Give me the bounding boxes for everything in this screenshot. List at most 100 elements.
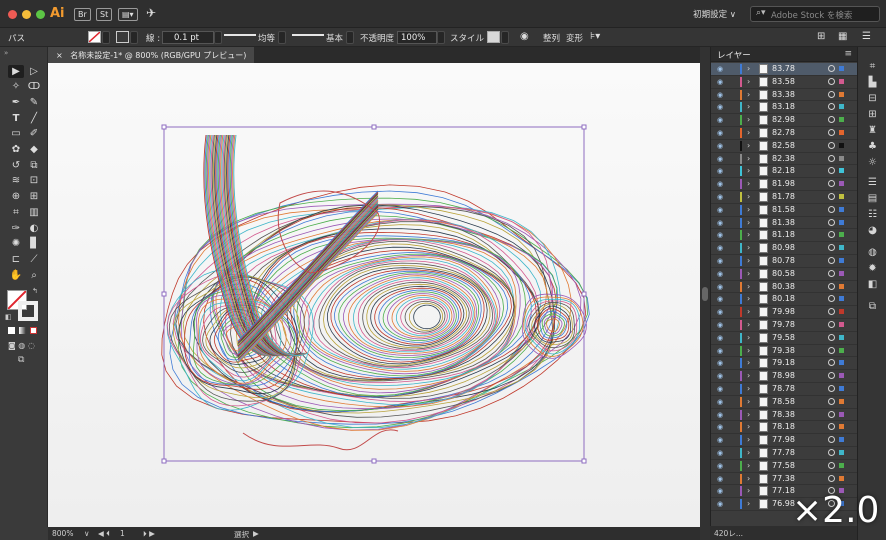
layer-row[interactable]: ◉ › 77.98 — [711, 434, 858, 447]
target-circle-icon[interactable] — [828, 218, 835, 226]
layer-name[interactable]: 79.18 — [772, 358, 795, 367]
properties-panel-icon[interactable]: ⌗ — [866, 61, 879, 72]
fill-dropdown-icon[interactable] — [102, 31, 110, 44]
zoom-dropdown-icon[interactable]: ∨ — [84, 529, 90, 538]
stroke-weight-field[interactable]: 0.1 pt — [162, 31, 214, 44]
expand-arrow-icon[interactable]: › — [747, 307, 750, 316]
eye-icon[interactable]: ◉ — [717, 231, 726, 239]
eye-icon[interactable]: ◉ — [717, 129, 726, 137]
eye-icon[interactable]: ◉ — [717, 283, 726, 291]
selection-indicator[interactable] — [839, 334, 844, 340]
selection-indicator[interactable] — [839, 206, 844, 212]
layer-name[interactable]: 79.58 — [772, 333, 795, 342]
layer-name[interactable]: 81.18 — [772, 230, 795, 239]
graphic-style-swatch[interactable] — [487, 31, 500, 43]
expand-arrow-icon[interactable]: › — [747, 230, 750, 239]
expand-arrow-icon[interactable]: › — [747, 64, 750, 73]
eye-icon[interactable]: ◉ — [717, 500, 726, 508]
layer-name[interactable]: 79.38 — [772, 346, 795, 355]
layer-row[interactable]: ◉ › 77.78 — [711, 447, 858, 460]
gradient-tool-icon[interactable]: ▥ — [26, 206, 42, 219]
target-circle-icon[interactable] — [828, 295, 835, 303]
eye-icon[interactable]: ◉ — [717, 65, 726, 73]
column-graph-tool-icon[interactable]: ▊ — [26, 237, 42, 250]
style-dropdown-icon[interactable] — [501, 31, 509, 44]
target-circle-icon[interactable] — [828, 436, 835, 444]
expand-arrow-icon[interactable]: › — [747, 154, 750, 163]
target-circle-icon[interactable] — [828, 90, 835, 98]
transparency-panel-icon[interactable]: ◧ — [866, 279, 879, 290]
layer-name[interactable]: 80.38 — [772, 282, 795, 291]
eye-icon[interactable]: ◉ — [717, 180, 726, 188]
selection-indicator[interactable] — [839, 66, 844, 71]
gradient-panel-icon[interactable]: ▤ — [866, 193, 879, 204]
layer-row[interactable]: ◉ › 79.38 — [711, 345, 858, 358]
shaper-tool-icon[interactable]: ✿ — [8, 143, 24, 156]
eye-icon[interactable]: ◉ — [717, 372, 726, 380]
layer-row[interactable]: ◉ › 79.98 — [711, 306, 858, 319]
eye-icon[interactable]: ◉ — [717, 398, 726, 406]
layer-name[interactable]: 77.38 — [772, 474, 795, 483]
stroke-box[interactable] — [18, 301, 38, 321]
layer-row[interactable]: ◉ › 82.98 — [711, 114, 858, 127]
eye-icon[interactable]: ◉ — [717, 91, 726, 99]
layer-row[interactable]: ◉ › 79.18 — [711, 357, 858, 371]
target-circle-icon[interactable] — [828, 269, 835, 277]
selection-indicator[interactable] — [839, 462, 844, 468]
expand-arrow-icon[interactable]: › — [747, 102, 750, 111]
target-circle-icon[interactable] — [828, 321, 835, 328]
stock-button[interactable]: St — [96, 8, 113, 21]
expand-arrow-icon[interactable]: › — [747, 243, 750, 252]
rectangle-tool-icon[interactable]: ▭ — [8, 127, 24, 140]
layer-row[interactable]: ◉ › 83.18 — [711, 101, 858, 115]
scroll-thumb[interactable] — [702, 287, 708, 301]
drawing-mode-icon[interactable]: ◙ ◍ ◌ — [8, 341, 35, 350]
magic-wand-tool-icon[interactable]: ✧ — [8, 80, 24, 93]
bridge-button[interactable]: Br — [74, 8, 91, 21]
gradient-mode-icon[interactable] — [19, 327, 26, 334]
layer-row[interactable]: ◉ › 83.38 — [711, 89, 858, 102]
target-circle-icon[interactable] — [828, 167, 835, 175]
target-circle-icon[interactable] — [828, 231, 835, 239]
eye-icon[interactable]: ◉ — [717, 487, 726, 495]
expand-arrow-icon[interactable]: › — [747, 128, 750, 137]
zoom-tool-icon[interactable]: ⌕ — [26, 269, 42, 282]
eye-icon[interactable]: ◉ — [717, 436, 726, 444]
expand-arrow-icon[interactable]: › — [747, 371, 750, 380]
selection-indicator[interactable] — [839, 258, 844, 263]
eye-icon[interactable]: ◉ — [717, 462, 726, 470]
selection-indicator[interactable] — [839, 296, 844, 302]
gpu-performance-icon[interactable]: ✈ — [146, 6, 156, 20]
target-circle-icon[interactable] — [828, 116, 835, 124]
transform-button[interactable]: 変形 — [566, 32, 583, 44]
target-circle-icon[interactable] — [828, 282, 835, 290]
target-circle-icon[interactable] — [828, 65, 835, 72]
canvas[interactable] — [48, 63, 700, 527]
eye-icon[interactable]: ◉ — [717, 257, 726, 265]
expand-arrow-icon[interactable]: › — [747, 179, 750, 188]
eye-icon[interactable]: ◉ — [717, 308, 726, 316]
scale-tool-icon[interactable]: ⧉ — [26, 159, 42, 172]
artboards-panel-icon[interactable]: ⧉ — [866, 301, 879, 312]
layer-name[interactable]: 82.78 — [772, 128, 795, 137]
target-circle-icon[interactable] — [828, 205, 835, 213]
panel-options-icon[interactable]: ▦ — [838, 31, 847, 42]
selection-indicator[interactable] — [839, 155, 844, 161]
selection-indicator[interactable] — [839, 437, 844, 443]
document-tab[interactable]: × 名称未設定-1* @ 800% (RGB/GPU プレビュー) — [48, 47, 255, 63]
layer-row[interactable]: ◉ › 79.58 — [711, 332, 858, 345]
expand-arrow-icon[interactable]: › — [747, 77, 750, 86]
width-tool-icon[interactable]: ≋ — [8, 174, 24, 187]
layer-row[interactable]: ◉ › 83.78 — [711, 63, 858, 76]
selection-indicator[interactable] — [839, 130, 844, 135]
layer-name[interactable]: 81.98 — [772, 179, 795, 188]
layer-row[interactable]: ◉ › 77.58 — [711, 460, 858, 473]
stroke-swatch[interactable] — [116, 31, 129, 43]
eye-icon[interactable]: ◉ — [717, 423, 726, 431]
layer-row[interactable]: ◉ › 81.38 — [711, 217, 858, 230]
layer-row[interactable]: ◉ › 80.58 — [711, 268, 858, 281]
selection-indicator[interactable] — [839, 91, 844, 97]
symbols-panel-icon[interactable]: ♣ — [866, 141, 879, 152]
screen-mode-icon[interactable]: ⧉ — [18, 355, 24, 365]
brush-definition-preview[interactable] — [292, 34, 324, 36]
